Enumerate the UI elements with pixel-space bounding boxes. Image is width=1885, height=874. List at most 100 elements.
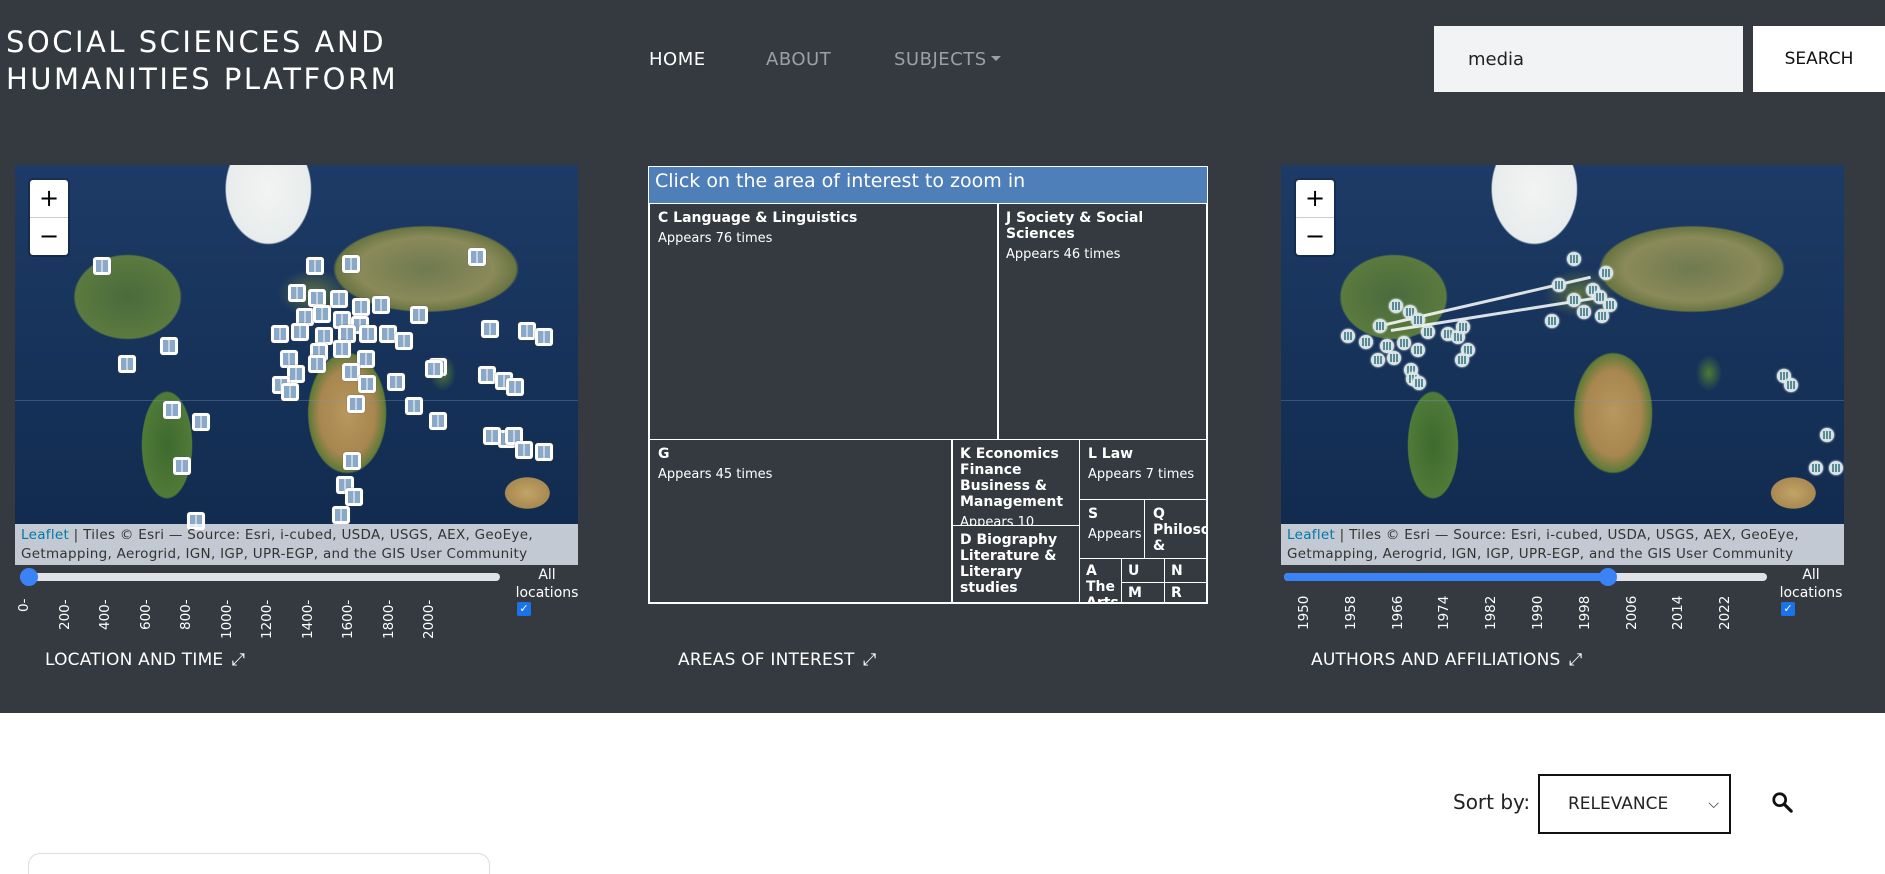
- leaflet-link[interactable]: Leaflet: [1287, 527, 1335, 543]
- institution-marker-icon[interactable]: [1567, 293, 1581, 307]
- all-locations-checkbox[interactable]: ✓: [517, 602, 531, 616]
- book-marker-icon[interactable]: [313, 305, 331, 323]
- book-marker-icon[interactable]: [518, 322, 536, 340]
- book-marker-icon[interactable]: [478, 366, 496, 384]
- book-marker-icon[interactable]: [372, 296, 390, 314]
- time-slider[interactable]: [20, 568, 500, 586]
- nav-about[interactable]: ABOUT: [766, 49, 831, 70]
- areas-of-interest-treemap[interactable]: Click on the area of interest to zoom in…: [648, 166, 1208, 604]
- book-marker-icon[interactable]: [308, 355, 326, 373]
- book-marker-icon[interactable]: [481, 320, 499, 338]
- institution-marker-icon[interactable]: [1397, 336, 1411, 350]
- book-marker-icon[interactable]: [405, 397, 423, 415]
- institution-marker-icon[interactable]: [1455, 353, 1469, 367]
- treemap-cell-q[interactable]: Q Philoso &: [1144, 499, 1207, 559]
- time-slider-thumb[interactable]: [20, 568, 38, 586]
- nav-home[interactable]: HOME: [649, 49, 706, 70]
- institution-marker-icon[interactable]: [1412, 376, 1426, 390]
- institution-marker-icon[interactable]: [1784, 378, 1798, 392]
- institution-marker-icon[interactable]: [1820, 428, 1834, 442]
- institution-marker-icon[interactable]: [1552, 278, 1566, 292]
- book-marker-icon[interactable]: [160, 337, 178, 355]
- treemap-cell-s[interactable]: S Appears: [1079, 499, 1145, 559]
- institution-marker-icon[interactable]: [1829, 461, 1843, 475]
- book-marker-icon[interactable]: [345, 488, 363, 506]
- zoom-out-button[interactable]: −: [1296, 218, 1334, 255]
- nav-subjects[interactable]: SUBJECTS: [894, 49, 1001, 70]
- book-marker-icon[interactable]: [330, 290, 348, 308]
- book-marker-icon[interactable]: [192, 413, 210, 431]
- areas-of-interest-label[interactable]: AREAS OF INTEREST ⤢: [678, 650, 876, 670]
- treemap-cell-c[interactable]: C Language & Linguistics Appears 76 times: [649, 203, 999, 440]
- search-button[interactable]: SEARCH: [1753, 26, 1885, 92]
- book-marker-icon[interactable]: [359, 325, 377, 343]
- book-marker-icon[interactable]: [506, 378, 524, 396]
- book-marker-icon[interactable]: [468, 248, 486, 266]
- institution-marker-icon[interactable]: [1387, 351, 1401, 365]
- sort-by-select[interactable]: RELEVANCE ⌵: [1538, 774, 1731, 834]
- institution-marker-icon[interactable]: [1371, 353, 1385, 367]
- treemap-cell-k[interactable]: K Economics Finance Business & Managemen…: [951, 439, 1080, 526]
- book-marker-icon[interactable]: [535, 328, 553, 346]
- book-marker-icon[interactable]: [288, 284, 306, 302]
- book-marker-icon[interactable]: [281, 383, 299, 401]
- book-marker-icon[interactable]: [410, 306, 428, 324]
- expand-icon[interactable]: ⤢: [231, 650, 245, 670]
- institution-marker-icon[interactable]: [1599, 266, 1613, 280]
- book-marker-icon[interactable]: [515, 441, 533, 459]
- institution-marker-icon[interactable]: [1411, 343, 1425, 357]
- book-marker-icon[interactable]: [173, 457, 191, 475]
- year-slider[interactable]: [1284, 568, 1767, 586]
- book-marker-icon[interactable]: [271, 325, 289, 343]
- book-marker-icon[interactable]: [291, 323, 309, 341]
- year-slider-thumb[interactable]: [1598, 568, 1617, 586]
- book-marker-icon[interactable]: [333, 340, 351, 358]
- institution-marker-icon[interactable]: [1577, 305, 1591, 319]
- location-and-time-label[interactable]: LOCATION AND TIME ⤢: [45, 650, 245, 670]
- leaflet-link[interactable]: Leaflet: [21, 527, 69, 543]
- treemap-cell-u[interactable]: U: [1121, 558, 1165, 583]
- all-locations-checkbox[interactable]: ✓: [1781, 602, 1795, 616]
- book-marker-icon[interactable]: [343, 452, 361, 470]
- treemap-cell-l[interactable]: L Law Appears 7 times: [1079, 439, 1207, 500]
- institution-marker-icon[interactable]: [1567, 252, 1581, 266]
- book-marker-icon[interactable]: [535, 443, 553, 461]
- institution-marker-icon[interactable]: [1456, 320, 1470, 334]
- book-marker-icon[interactable]: [425, 360, 443, 378]
- location-map[interactable]: + − Leaflet | Tiles © Esri — Source: Esr…: [15, 165, 578, 565]
- treemap-cell-j[interactable]: J Society & Social Sciences Appears 46 ti…: [997, 203, 1207, 440]
- affiliations-map[interactable]: + − Leaflet | Tiles © Esri — Source: Esr…: [1281, 165, 1844, 565]
- zoom-in-button[interactable]: +: [30, 180, 68, 218]
- book-marker-icon[interactable]: [429, 412, 447, 430]
- institution-marker-icon[interactable]: [1809, 461, 1823, 475]
- book-marker-icon[interactable]: [358, 375, 376, 393]
- institution-marker-icon[interactable]: [1341, 329, 1355, 343]
- site-brand[interactable]: SOCIAL SCIENCES AND HUMANITIES PLATFORM: [6, 24, 398, 98]
- book-marker-icon[interactable]: [387, 373, 405, 391]
- institution-marker-icon[interactable]: [1545, 314, 1559, 328]
- institution-marker-icon[interactable]: [1359, 335, 1373, 349]
- book-marker-icon[interactable]: [93, 257, 111, 275]
- treemap-cell-m[interactable]: M: [1121, 582, 1165, 603]
- result-card[interactable]: [28, 853, 490, 874]
- book-marker-icon[interactable]: [118, 355, 136, 373]
- treemap-cell-n[interactable]: N: [1164, 558, 1207, 583]
- institution-marker-icon[interactable]: [1595, 309, 1609, 323]
- book-marker-icon[interactable]: [306, 257, 324, 275]
- search-icon[interactable]: [1771, 791, 1793, 813]
- institution-marker-icon[interactable]: [1411, 313, 1425, 327]
- treemap-cell-r[interactable]: R: [1164, 582, 1207, 603]
- book-marker-icon[interactable]: [163, 401, 181, 419]
- institution-marker-icon[interactable]: [1421, 325, 1435, 339]
- institution-marker-icon[interactable]: [1373, 319, 1387, 333]
- expand-icon[interactable]: ⤢: [863, 650, 877, 670]
- zoom-in-button[interactable]: +: [1296, 180, 1334, 218]
- book-marker-icon[interactable]: [342, 255, 360, 273]
- zoom-out-button[interactable]: −: [30, 218, 68, 255]
- treemap-cell-a[interactable]: A The Arts: [1079, 558, 1122, 603]
- authors-and-affiliations-label[interactable]: AUTHORS AND AFFILIATIONS ⤢: [1311, 650, 1582, 670]
- expand-icon[interactable]: ⤢: [1569, 650, 1583, 670]
- search-input[interactable]: [1434, 26, 1743, 92]
- book-marker-icon[interactable]: [483, 427, 501, 445]
- treemap-cell-d[interactable]: D Biography Literature & Literary studie…: [951, 525, 1080, 603]
